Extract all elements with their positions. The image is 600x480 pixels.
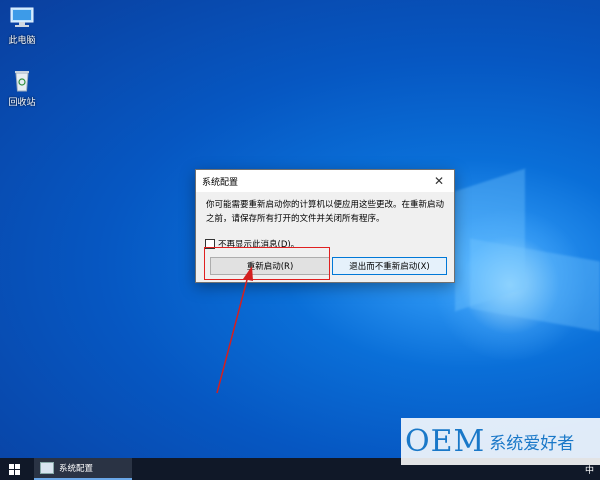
watermark: OEM 系统爱好者 <box>401 418 600 465</box>
desktop-icon-label: 此电脑 <box>8 36 36 46</box>
desktop-icon-this-pc[interactable]: 此电脑 <box>0 6 50 46</box>
desktop-icon-recycle-bin[interactable]: 回收站 <box>0 68 50 108</box>
exit-without-restart-button[interactable]: 退出而不重新启动(X) <box>332 257 447 275</box>
close-icon[interactable]: ✕ <box>430 174 448 188</box>
watermark-text: 系统爱好者 <box>489 434 575 454</box>
dialog-message: 你可能需要重新启动你的计算机以便应用这些更改。在重新启动之前，请保存所有打开的文… <box>206 200 445 224</box>
windows-logo-icon <box>8 463 20 475</box>
computer-icon <box>9 6 35 30</box>
watermark-oem: OEM <box>405 424 486 459</box>
system-config-icon <box>40 462 54 474</box>
desktop-icon-label: 回收站 <box>8 98 36 108</box>
taskbar-item-system-config[interactable]: 系统配置 <box>34 458 132 480</box>
recycle-bin-icon <box>9 68 35 92</box>
restart-highlight-box <box>204 247 330 280</box>
taskbar-item-label: 系统配置 <box>59 464 94 474</box>
dialog-titlebar[interactable]: 系统配置 ✕ <box>196 170 454 192</box>
dialog-title: 系统配置 <box>202 177 239 188</box>
start-button[interactable] <box>0 458 28 480</box>
